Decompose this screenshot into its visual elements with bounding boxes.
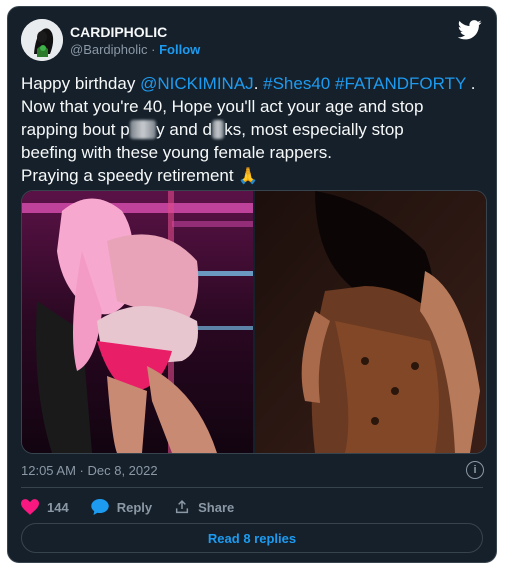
reply-bubble-icon	[90, 499, 109, 515]
media-photo-right[interactable]	[255, 191, 486, 453]
hashtag-link[interactable]: #FATANDFORTY	[335, 74, 466, 93]
read-replies-label: Read 8 replies	[207, 530, 297, 546]
tweet-text-segment: .	[253, 74, 264, 93]
author-display-name[interactable]: CARDIPHOLIC	[70, 24, 167, 40]
tweet-actions: 144 Reply Share	[21, 497, 256, 517]
tweet-text-segment: Happy birthday	[21, 74, 141, 93]
tweet-text-segment: y and d	[156, 120, 212, 139]
heart-icon	[21, 499, 39, 515]
tweet-text-segment: beefing with these young female rappers.	[21, 143, 332, 162]
reply-label: Reply	[116, 499, 153, 515]
tweet-text-segment: .	[466, 74, 476, 93]
share-action[interactable]: Share	[174, 499, 234, 515]
tweet-timestamp[interactable]: 12:05 AM · Dec 8, 2022	[21, 463, 158, 478]
twitter-bird-icon[interactable]	[458, 20, 482, 40]
media-photo-left[interactable]	[22, 191, 253, 453]
share-icon	[176, 499, 189, 514]
hashtag-link[interactable]: #Shes40	[263, 74, 330, 93]
info-icon[interactable]: i	[466, 461, 484, 479]
tweet-text: Happy birthday @NICKIMINAJ. #Shes40 #FAT…	[21, 72, 486, 188]
read-replies-button[interactable]: Read 8 replies	[21, 523, 483, 553]
tweet-text-segment: Praying a speedy retirement	[21, 166, 239, 185]
censored-word-blur: ic	[211, 120, 225, 139]
author-handle[interactable]: @Bardipholic	[70, 42, 148, 57]
author-handle-row: @Bardipholic · Follow	[70, 42, 200, 57]
censored-word-blur: uss	[129, 120, 157, 139]
handle-separator: ·	[151, 42, 156, 57]
share-label: Share	[198, 499, 235, 515]
divider	[21, 487, 483, 488]
like-action[interactable]: 144	[21, 499, 69, 515]
tweet-text-segment: Now that you're 40, Hope you'll act your…	[21, 97, 424, 116]
tweet-text-segment: rapping bout p	[21, 120, 130, 139]
follow-button[interactable]: Follow	[159, 42, 200, 57]
tweet-media[interactable]	[21, 190, 487, 454]
tweet-card: CARDIPHOLIC @Bardipholic · Follow Happy …	[7, 6, 497, 563]
like-count: 144	[47, 499, 69, 515]
author-avatar[interactable]	[21, 19, 63, 61]
tweet-text-segment: ks, most especially stop	[224, 120, 404, 139]
praying-hands-emoji: 🙏	[238, 168, 259, 185]
mention-link[interactable]: @NICKIMINAJ	[140, 74, 254, 93]
reply-action[interactable]: Reply	[90, 499, 153, 515]
